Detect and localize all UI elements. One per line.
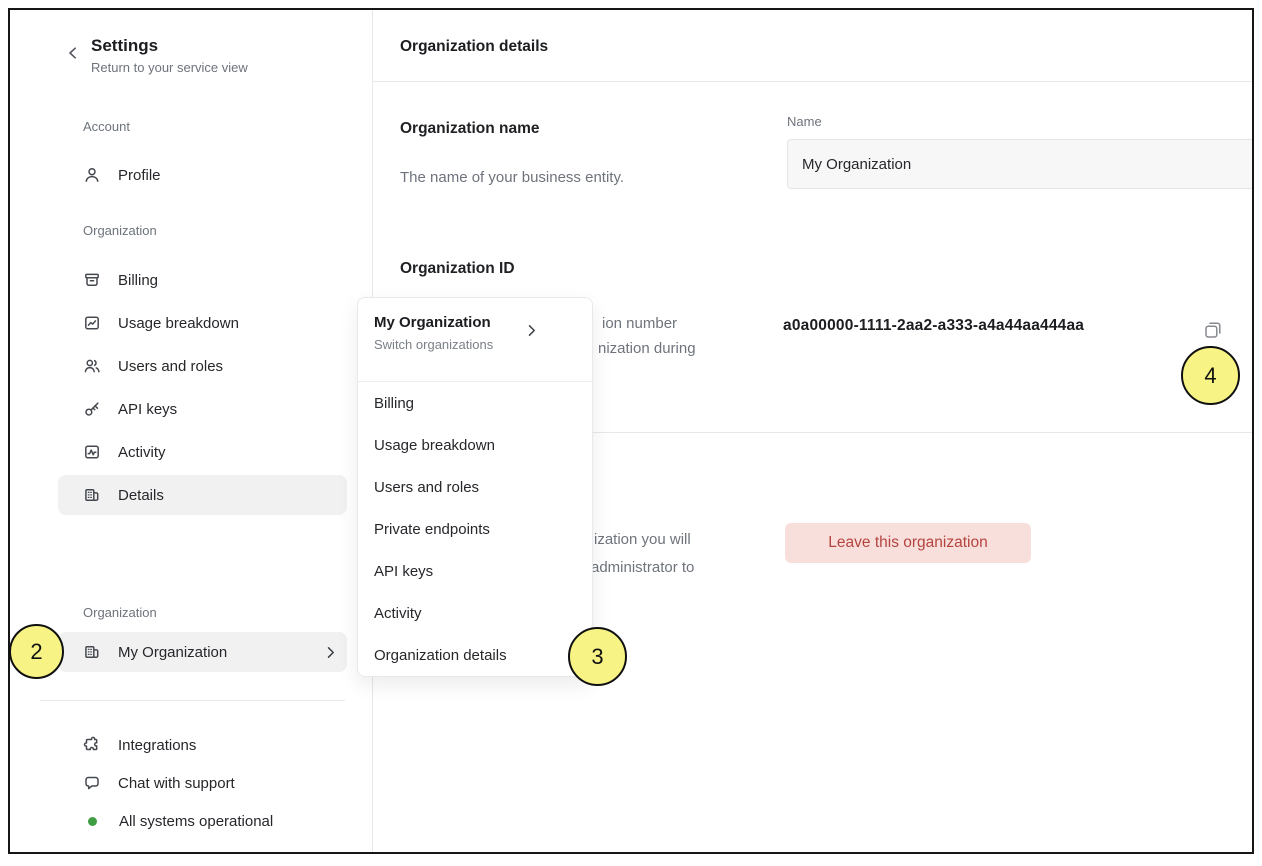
header-divider	[373, 81, 1252, 82]
footer-item-label: Chat with support	[118, 775, 235, 792]
sidebar-item-profile[interactable]: Profile	[58, 155, 347, 195]
leave-organization-button[interactable]: Leave this organization	[785, 523, 1031, 563]
menu-item-usage-breakdown[interactable]: Usage breakdown	[358, 424, 592, 466]
sidebar-item-usage-breakdown[interactable]: Usage breakdown	[58, 303, 347, 343]
sidebar-item-label: Activity	[118, 444, 166, 461]
menu-switch-organizations[interactable]: My Organization Switch organizations	[358, 298, 592, 381]
organization-icon	[83, 643, 101, 661]
annotation-badge-3: 3	[568, 627, 627, 686]
copy-icon	[1202, 319, 1224, 341]
app-window: Settings Return to your service view Acc…	[8, 8, 1254, 854]
menu-item-billing[interactable]: Billing	[358, 382, 592, 424]
menu-org-subtitle: Switch organizations	[374, 336, 576, 353]
system-status-link[interactable]: All systems operational	[83, 811, 273, 831]
section-label-account: Account	[83, 119, 130, 134]
chevron-right-icon	[327, 646, 335, 659]
menu-item-private-endpoints[interactable]: Private endpoints	[358, 508, 592, 550]
chevron-right-icon	[528, 324, 536, 337]
sidebar-item-billing[interactable]: Billing	[58, 260, 347, 300]
annotation-badge-4: 4	[1181, 346, 1240, 405]
settings-subtitle: Return to your service view	[91, 60, 248, 76]
organization-menu: My Organization Switch organizations Bil…	[357, 297, 593, 677]
status-label: All systems operational	[119, 813, 273, 830]
organization-icon	[83, 486, 101, 504]
sidebar-divider	[40, 700, 345, 701]
section-label-organization: Organization	[83, 223, 157, 238]
usage-chart-icon	[83, 314, 101, 332]
puzzle-icon	[83, 736, 101, 754]
users-icon	[83, 357, 101, 375]
organization-id-description-fragment: ion number	[602, 314, 677, 333]
organization-id-value: a0a00000-1111-2aa2-a333-a4a44aa444aa	[783, 317, 1084, 335]
organization-id-description-fragment: nization during	[598, 339, 696, 358]
sidebar-item-label: API keys	[118, 401, 177, 418]
page-title: Organization details	[400, 38, 548, 56]
name-field-label: Name	[787, 114, 822, 129]
organization-name-input[interactable]	[787, 139, 1252, 189]
organization-id-heading: Organization ID	[400, 260, 515, 278]
sidebar-item-label: Usage breakdown	[118, 315, 239, 332]
menu-item-users-and-roles[interactable]: Users and roles	[358, 466, 592, 508]
section-label-organization-switcher: Organization	[83, 605, 157, 620]
organization-name-heading: Organization name	[400, 120, 540, 138]
sidebar-item-chat-with-support[interactable]: Chat with support	[83, 773, 235, 793]
chat-icon	[83, 774, 101, 792]
person-icon	[83, 166, 101, 184]
copy-organization-id-button[interactable]	[1202, 319, 1224, 341]
sidebar-item-label: Billing	[118, 272, 158, 289]
activity-icon	[83, 443, 101, 461]
leave-description-fragment: administrator to	[591, 558, 694, 577]
menu-item-api-keys[interactable]: API keys	[358, 550, 592, 592]
settings-sidebar: Settings Return to your service view Acc…	[10, 10, 373, 852]
sidebar-item-label: My Organization	[118, 644, 227, 661]
footer-item-label: Integrations	[118, 737, 196, 754]
billing-icon	[83, 271, 101, 289]
sidebar-item-api-keys[interactable]: API keys	[58, 389, 347, 429]
menu-item-activity[interactable]: Activity	[358, 592, 592, 634]
sidebar-item-label: Details	[118, 487, 164, 504]
menu-item-organization-details[interactable]: Organization details	[358, 634, 592, 676]
chevron-left-icon	[67, 46, 78, 60]
menu-org-name: My Organization	[374, 313, 576, 333]
status-dot-icon	[88, 817, 97, 826]
sidebar-item-activity[interactable]: Activity	[58, 432, 347, 472]
sidebar-item-label: Profile	[118, 167, 161, 184]
sidebar-item-label: Users and roles	[118, 358, 223, 375]
sidebar-item-integrations[interactable]: Integrations	[83, 735, 196, 755]
annotation-badge-2: 2	[9, 624, 64, 679]
sidebar-item-details[interactable]: Details	[58, 475, 347, 515]
key-icon	[83, 400, 101, 418]
organization-name-description: The name of your business entity.	[400, 168, 624, 187]
sidebar-item-users-and-roles[interactable]: Users and roles	[58, 346, 347, 386]
sidebar-item-my-organization[interactable]: My Organization	[58, 632, 347, 672]
settings-title: Settings	[91, 36, 248, 56]
back-to-service-link[interactable]: Settings Return to your service view	[67, 36, 248, 76]
leave-description-fragment: ization you will	[594, 530, 691, 549]
